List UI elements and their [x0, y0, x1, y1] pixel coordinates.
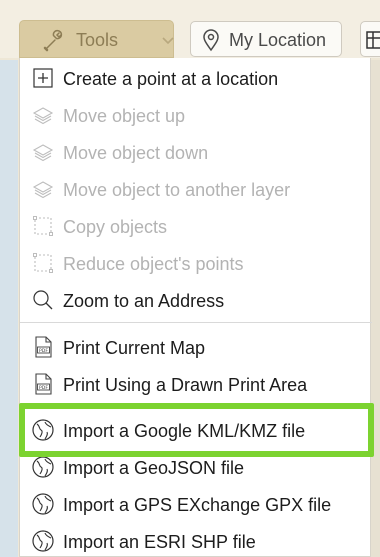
menu-item-zoom-address[interactable]: Zoom to an Address — [20, 282, 372, 319]
menu-item-label: Import a Google KML/KMZ file — [63, 421, 306, 441]
menu-divider — [20, 322, 372, 323]
menu-item-label: Import a GeoJSON file — [63, 458, 245, 478]
menu-item-import-gpx[interactable]: Import a GPS EXchange GPX file — [20, 486, 372, 523]
tools-menu: Create a point at a location Move object… — [19, 58, 372, 557]
menu-item-reduce-points[interactable]: Reduce object's points — [20, 245, 372, 282]
chevron-down-icon — [162, 37, 174, 45]
pdf-icon: PDF — [35, 336, 52, 358]
menu-item-import-geojson[interactable]: Import a GeoJSON file — [20, 449, 372, 486]
menu-item-label: Reduce object's points — [63, 254, 244, 274]
tools-label: Tools — [76, 30, 119, 50]
menu-item-move-to-layer[interactable]: Move object to another layer — [20, 171, 372, 208]
grid-icon — [366, 31, 380, 49]
magnifier-icon — [33, 290, 53, 310]
menu-item-import-shp[interactable]: Import an ESRI SHP file — [20, 523, 372, 557]
menu-item-label: Move object to another layer — [63, 180, 291, 200]
wrench-icon — [43, 29, 63, 52]
menu-item-label: Print Using a Drawn Print Area — [63, 375, 308, 395]
globe-icon — [32, 493, 54, 515]
menu-item-label: Copy objects — [63, 217, 168, 237]
layers-icon — [32, 181, 54, 199]
globe-icon — [32, 456, 54, 478]
menu-item-label: Move object up — [63, 106, 186, 126]
layers-icon — [32, 144, 54, 162]
menu-item-print-drawn-area[interactable]: PDF Print Using a Drawn Print Area — [20, 366, 372, 403]
dashed-square-icon — [33, 216, 53, 236]
pdf-icon: PDF — [35, 373, 52, 395]
menu-item-label: Import an ESRI SHP file — [63, 532, 256, 552]
menu-item-label: Import a GPS EXchange GPX file — [63, 495, 332, 515]
location-pin-icon — [203, 29, 219, 52]
top-toolbar: Tools My Location — [0, 0, 380, 58]
svg-text:PDF: PDF — [39, 385, 48, 391]
menu-item-move-up[interactable]: Move object up — [20, 97, 372, 134]
dashed-square-icon — [33, 253, 53, 273]
menu-item-label: Zoom to an Address — [63, 291, 225, 311]
menu-item-label: Create a point at a location — [63, 69, 279, 89]
my-location-label: My Location — [229, 30, 327, 50]
menu-item-label: Print Current Map — [63, 338, 206, 358]
plus-box-icon — [33, 68, 53, 88]
grid-view-button[interactable] — [360, 21, 380, 57]
menu-item-label: Move object down — [63, 143, 209, 163]
globe-icon — [32, 419, 54, 441]
menu-item-print-map[interactable]: PDF Print Current Map — [20, 329, 372, 366]
menu-divider — [20, 405, 372, 406]
globe-icon — [32, 530, 54, 552]
tools-dropdown-button[interactable]: Tools — [19, 20, 174, 58]
svg-text:PDF: PDF — [39, 348, 48, 354]
map-edge-left — [0, 60, 18, 557]
menu-item-create-point[interactable]: Create a point at a location — [20, 60, 372, 97]
layers-icon — [32, 107, 54, 125]
menu-item-copy-objects[interactable]: Copy objects — [20, 208, 372, 245]
menu-item-move-down[interactable]: Move object down — [20, 134, 372, 171]
my-location-button[interactable]: My Location — [190, 21, 342, 57]
menu-item-import-kml[interactable]: Import a Google KML/KMZ file — [20, 412, 372, 449]
